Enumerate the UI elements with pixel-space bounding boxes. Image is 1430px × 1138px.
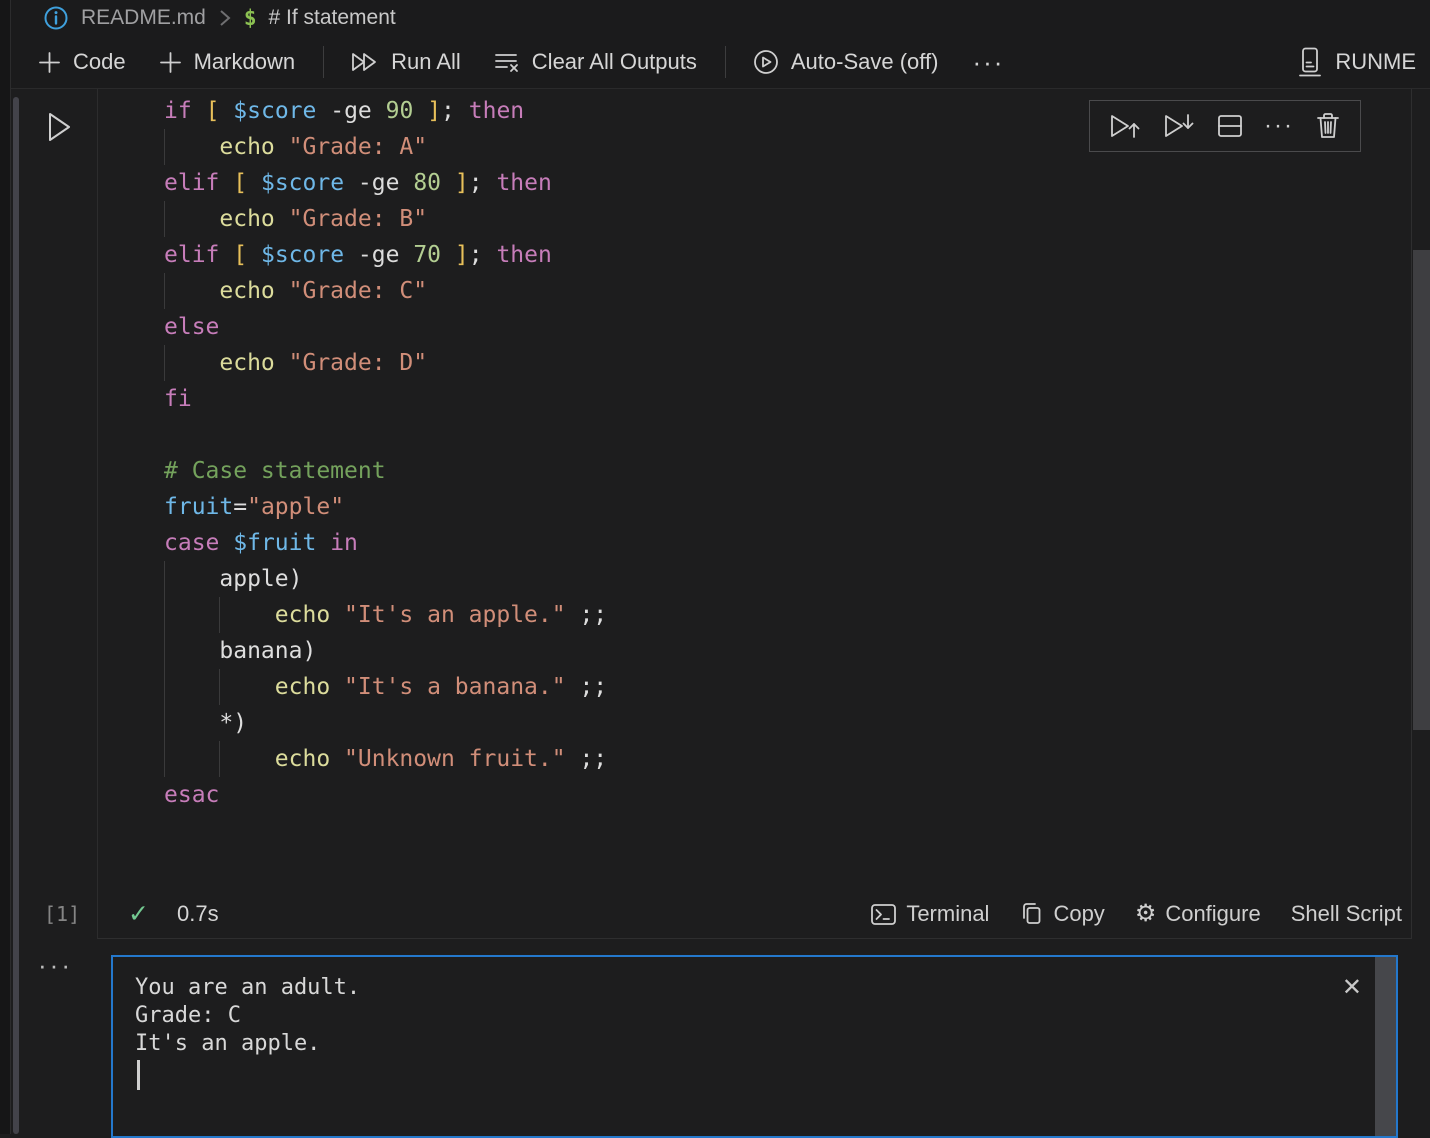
output-terminal[interactable]: You are an adult.Grade: CIt's an apple. … (111, 955, 1398, 1138)
code-line: *) (164, 705, 607, 741)
autosave-icon (752, 48, 780, 76)
output-line: You are an adult. (135, 974, 360, 1002)
code-line: case $fruit in (164, 525, 607, 561)
configure-icon: ⚙ (1135, 902, 1157, 926)
code-line: echo "Grade: C" (164, 273, 607, 309)
info-icon (43, 5, 69, 31)
clear-all-outputs-button[interactable]: Clear All Outputs (493, 49, 697, 75)
terminal-cursor (137, 1060, 140, 1090)
runme-button[interactable]: RUNME (1295, 46, 1430, 79)
breadcrumb: README.md $ # If statement (11, 0, 1430, 36)
configure-button[interactable]: ⚙ Configure (1135, 901, 1261, 927)
output-line: It's an apple. (135, 1030, 360, 1058)
breadcrumb-file[interactable]: README.md (81, 6, 206, 30)
run-all-button[interactable]: Run All (350, 49, 461, 75)
run-all-icon (350, 50, 380, 74)
terminal-label: Terminal (906, 901, 989, 927)
breadcrumb-section[interactable]: # If statement (269, 6, 396, 30)
output-line: Grade: C (135, 1002, 360, 1030)
code-line: elif [ $score -ge 70 ]; then (164, 237, 607, 273)
breadcrumb-chevron-icon (218, 8, 232, 28)
execution-duration: 0.7s (177, 890, 219, 938)
code-line: echo "Grade: A" (164, 129, 607, 165)
execution-count: [1] (44, 890, 80, 938)
code-line: apple) (164, 561, 607, 597)
split-cell-button[interactable] (1216, 112, 1244, 140)
add-icon (37, 50, 62, 75)
run-cell-button[interactable] (44, 110, 74, 144)
runme-logo-icon (1295, 46, 1325, 79)
editor-scrollbar-thumb[interactable] (1413, 250, 1430, 730)
terminal-button[interactable]: Terminal (870, 901, 989, 927)
add-markdown-button[interactable]: Markdown (158, 49, 295, 75)
configure-label: Configure (1165, 901, 1260, 927)
copy-button[interactable]: Copy (1019, 901, 1104, 927)
toolbar-divider (725, 46, 726, 78)
code-line: fruit="apple" (164, 489, 607, 525)
language-label: Shell Script (1291, 901, 1402, 927)
editor-left-strip (0, 0, 11, 1134)
code-line: echo "Unknown fruit." ;; (164, 741, 607, 777)
code-line (164, 417, 607, 453)
copy-icon (1019, 901, 1044, 927)
add-markdown-label: Markdown (194, 49, 295, 75)
autosave-toggle[interactable]: Auto-Save (off) (752, 48, 939, 76)
output-scrollbar-thumb[interactable] (1375, 957, 1396, 1136)
code-line: echo "Grade: B" (164, 201, 607, 237)
add-icon (158, 50, 183, 75)
code-line: else (164, 309, 607, 345)
code-line: echo "It's a banana." ;; (164, 669, 607, 705)
add-code-label: Code (73, 49, 126, 75)
copy-label: Copy (1053, 901, 1104, 927)
code-line: echo "It's an apple." ;; (164, 597, 607, 633)
clear-all-outputs-label: Clear All Outputs (532, 49, 697, 75)
clear-outputs-icon (493, 50, 521, 74)
toolbar-more-button[interactable]: ··· (972, 47, 1004, 78)
code-line: # Case statement (164, 453, 607, 489)
code-lines: if [ $score -ge 90 ]; then echo "Grade: … (164, 93, 607, 813)
code-line: if [ $score -ge 90 ]; then (164, 93, 607, 129)
output-more-button[interactable]: ··· (38, 950, 73, 981)
close-icon[interactable]: ✕ (1342, 973, 1362, 1002)
execute-below-button[interactable] (1162, 111, 1196, 141)
output-text: You are an adult.Grade: CIt's an apple. (135, 974, 360, 1058)
cell-focus-bar (13, 97, 19, 1134)
runme-label: RUNME (1335, 49, 1416, 75)
terminal-icon (870, 902, 897, 927)
autosave-label: Auto-Save (off) (791, 49, 939, 75)
execute-above-button[interactable] (1108, 111, 1142, 141)
breadcrumb-symbol[interactable]: $ (244, 6, 257, 30)
language-picker[interactable]: Shell Script (1291, 901, 1402, 927)
add-code-button[interactable]: Code (37, 49, 126, 75)
code-line: banana) (164, 633, 607, 669)
toolbar-divider (323, 46, 324, 78)
delete-cell-button[interactable] (1314, 111, 1342, 141)
cell-toolbar: ··· (1089, 100, 1361, 152)
cell-more-button[interactable]: ··· (1264, 112, 1294, 140)
cell-code-editor[interactable]: if [ $score -ge 90 ]; then echo "Grade: … (97, 89, 1412, 939)
notebook-toolbar: Code Markdown Run All Clear All Outputs … (11, 36, 1430, 89)
code-line: echo "Grade: D" (164, 345, 607, 381)
cell-status-bar: [1] ✓ 0.7s Terminal Copy ⚙ Configure She… (11, 890, 1412, 938)
code-line: fi (164, 381, 607, 417)
editor-scrollbar[interactable] (1411, 89, 1430, 938)
code-line: elif [ $score -ge 80 ]; then (164, 165, 607, 201)
success-check-icon: ✓ (128, 890, 149, 938)
status-bar-actions: Terminal Copy ⚙ Configure Shell Script (870, 890, 1402, 938)
code-line: esac (164, 777, 607, 813)
run-all-label: Run All (391, 49, 461, 75)
